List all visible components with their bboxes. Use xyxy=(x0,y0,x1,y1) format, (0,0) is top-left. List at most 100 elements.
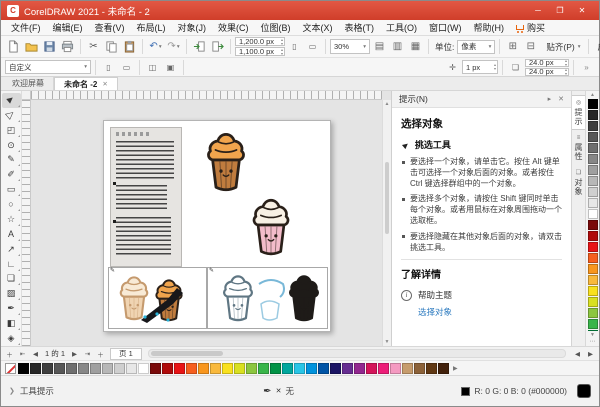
fullscreen-preview-button[interactable]: ▤ xyxy=(371,38,388,56)
snap-objects-toggle[interactable]: ⊟ xyxy=(522,38,539,56)
color-swatch[interactable] xyxy=(588,176,598,186)
show-rulers-button[interactable]: ▥ xyxy=(389,38,406,56)
show-grid-button[interactable]: ▦ xyxy=(407,38,424,56)
color-swatch[interactable] xyxy=(588,209,598,219)
color-swatch[interactable] xyxy=(366,363,377,374)
save-button[interactable] xyxy=(41,38,58,56)
snap-to-dropdown[interactable]: 贴齐(P)▾ xyxy=(540,38,584,56)
menu-item[interactable]: 文本(X) xyxy=(297,20,339,35)
color-swatch[interactable] xyxy=(390,363,401,374)
scroll-right-icon[interactable]: ▶ xyxy=(585,348,596,360)
add-page-before-button[interactable]: ＋ xyxy=(4,348,15,360)
freehand-tool[interactable]: ✎ xyxy=(2,153,21,168)
palette-scroll-down-icon[interactable]: ▼ xyxy=(590,331,595,339)
color-swatch[interactable] xyxy=(588,297,598,307)
launch-dropdown[interactable]: 启动▾ xyxy=(593,38,600,56)
color-swatch[interactable] xyxy=(30,363,41,374)
menu-item[interactable]: 布局(L) xyxy=(131,20,172,35)
paste-button[interactable] xyxy=(121,38,138,56)
color-swatch[interactable] xyxy=(78,363,89,374)
color-swatch[interactable] xyxy=(414,363,425,374)
color-swatch[interactable] xyxy=(588,308,598,318)
color-swatch[interactable] xyxy=(18,363,29,374)
color-swatch[interactable] xyxy=(174,363,185,374)
color-swatch[interactable] xyxy=(588,198,598,208)
connector-tool[interactable]: ∟ xyxy=(2,257,21,272)
snap-grid-toggle[interactable]: ⊞ xyxy=(504,38,521,56)
ruler-origin-corner[interactable] xyxy=(22,91,31,100)
color-swatch[interactable] xyxy=(54,363,65,374)
color-swatch[interactable] xyxy=(318,363,329,374)
crop-tool[interactable]: ◰ xyxy=(2,123,21,138)
scroll-up-icon[interactable]: ▲ xyxy=(383,101,391,107)
color-swatch[interactable] xyxy=(186,363,197,374)
open-button[interactable] xyxy=(23,38,40,56)
color-swatch[interactable] xyxy=(588,319,598,329)
next-page-button[interactable]: ▶ xyxy=(69,348,80,360)
minimize-button[interactable]: ─ xyxy=(527,1,549,20)
duplicate-y-field[interactable]: 24.0 px▴▾ xyxy=(525,68,569,76)
eyedropper-tool[interactable]: ✒ xyxy=(2,301,21,316)
color-swatch[interactable] xyxy=(222,363,233,374)
status-expand-icon[interactable]: ❯ xyxy=(9,387,15,395)
color-swatch[interactable] xyxy=(438,363,449,374)
vertical-scrollbar[interactable]: ▲ ▼ xyxy=(382,100,391,346)
zoom-level-dropdown[interactable]: 30%▾ xyxy=(330,39,370,54)
color-swatch[interactable] xyxy=(198,363,209,374)
color-swatch[interactable] xyxy=(306,363,317,374)
last-page-button[interactable]: ⇥ xyxy=(82,348,93,360)
new-document-button[interactable] xyxy=(5,38,22,56)
cut-button[interactable]: ✂ xyxy=(85,38,102,56)
undo-button[interactable]: ↶▾ xyxy=(147,38,164,56)
menu-item[interactable]: 表格(T) xyxy=(339,20,381,35)
docker-tab-properties[interactable]: ≡属性 xyxy=(572,132,585,164)
drawing-page[interactable]: ✎ ✎ xyxy=(103,120,331,332)
palette-more-icon[interactable]: ⋯ xyxy=(590,339,596,346)
color-swatch[interactable] xyxy=(588,242,598,252)
color-swatch[interactable] xyxy=(588,253,598,263)
page-width-field[interactable]: 1,200.0 px▴▾ xyxy=(235,37,285,46)
color-swatch[interactable] xyxy=(588,187,598,197)
color-swatch[interactable] xyxy=(588,132,598,142)
color-swatch[interactable] xyxy=(42,363,53,374)
drawing-canvas[interactable]: ✎ ✎ xyxy=(31,100,382,346)
interactive-fill-tool[interactable]: ◧ xyxy=(2,316,21,331)
no-color-swatch[interactable] xyxy=(5,363,16,374)
page-height-field[interactable]: 1,100.0 px▴▾ xyxy=(235,47,285,56)
propbar-overflow-button[interactable]: » xyxy=(578,58,595,76)
menu-item[interactable]: 效果(C) xyxy=(212,20,255,35)
color-swatch[interactable] xyxy=(90,363,101,374)
color-swatch[interactable] xyxy=(588,286,598,296)
horizontal-ruler[interactable] xyxy=(31,91,382,100)
tab-untitled-2[interactable]: 未命名 -2✕ xyxy=(54,77,118,90)
color-swatch[interactable] xyxy=(282,363,293,374)
import-button[interactable] xyxy=(191,38,208,56)
menu-item-buy[interactable]: 购买 xyxy=(510,20,551,35)
close-button[interactable]: ✕ xyxy=(571,1,593,20)
menu-item[interactable]: 帮助(H) xyxy=(468,20,511,35)
color-swatch[interactable] xyxy=(588,275,598,285)
landscape-button[interactable]: ▭ xyxy=(304,38,321,56)
docker-flyout-icon[interactable]: ▸ xyxy=(548,95,552,103)
current-page-button[interactable]: ◫ xyxy=(144,58,161,76)
color-swatch[interactable] xyxy=(378,363,389,374)
menu-item[interactable]: 对象(J) xyxy=(172,20,213,35)
vertical-scroll-thumb[interactable] xyxy=(385,162,389,234)
color-swatch[interactable] xyxy=(138,363,149,374)
portrait-button[interactable]: ▯ xyxy=(286,38,303,56)
horizontal-scroll-thumb[interactable] xyxy=(151,351,223,356)
color-swatch[interactable] xyxy=(126,363,137,374)
ellipse-tool[interactable]: ○ xyxy=(2,197,21,212)
pick-tool[interactable]: ► xyxy=(2,93,21,108)
color-swatch[interactable] xyxy=(246,363,257,374)
color-swatch[interactable] xyxy=(588,220,598,230)
print-button[interactable] xyxy=(59,38,76,56)
polygon-tool[interactable]: ☆ xyxy=(2,212,21,227)
color-swatch[interactable] xyxy=(210,363,221,374)
docker-tab-objects[interactable]: ❏对象 xyxy=(572,166,585,199)
menu-item[interactable]: 工具(O) xyxy=(380,20,423,35)
color-swatch[interactable] xyxy=(426,363,437,374)
help-topics-row[interactable]: i 帮助主题 xyxy=(401,289,562,301)
color-swatch[interactable] xyxy=(294,363,305,374)
first-page-button[interactable]: ⇤ xyxy=(17,348,28,360)
